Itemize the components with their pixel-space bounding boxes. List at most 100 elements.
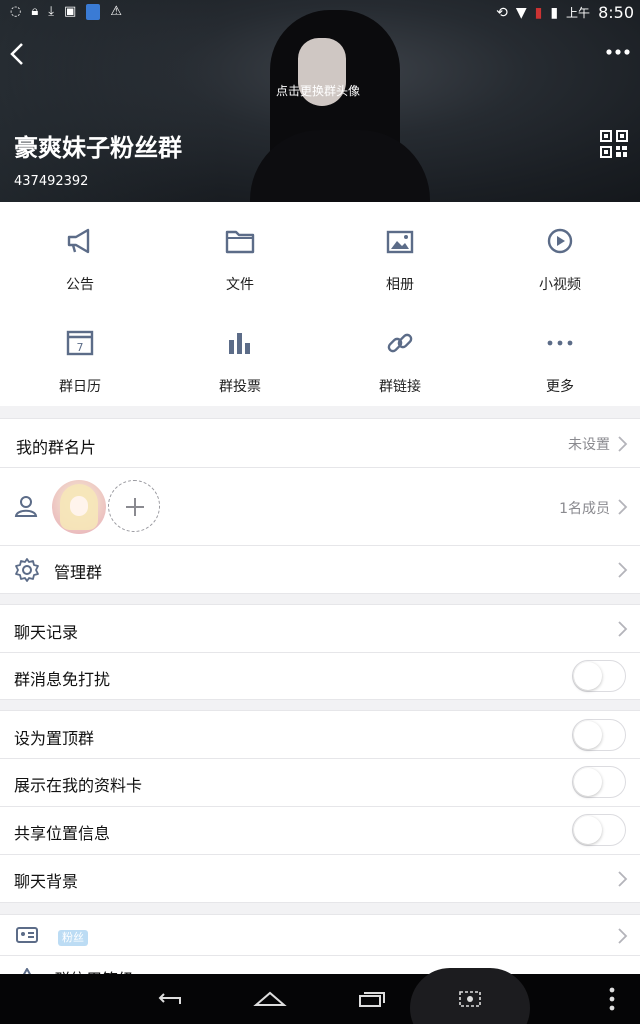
group-avatar-image[interactable]	[240, 10, 430, 202]
grid-label: 群日历	[59, 379, 101, 395]
status-ampm: 上午	[566, 6, 591, 20]
overflow-dots-icon	[606, 49, 630, 55]
show-on-profile-title: 展示在我的资料卡	[14, 776, 143, 795]
chevron-right-icon	[618, 928, 628, 944]
grid-label: 小视频	[539, 277, 581, 293]
mute-messages-title: 群消息免打扰	[14, 670, 111, 689]
chevron-right-icon	[618, 499, 628, 515]
grid-item-calendar[interactable]: 7 群日历	[0, 304, 160, 406]
wifi-icon: ▼	[515, 4, 527, 21]
grid-item-announcement[interactable]: 公告	[0, 202, 160, 304]
calendar-day: 7	[77, 341, 84, 354]
sync-icon: ◌	[10, 4, 22, 19]
pin-group-row: 设为置顶群	[0, 710, 640, 759]
link-icon	[387, 333, 413, 353]
member-avatar-face	[70, 496, 88, 516]
chat-background-row[interactable]: 聊天背景	[0, 855, 640, 903]
mute-messages-row: 群消息免打扰	[0, 653, 640, 700]
toggle-knob	[574, 768, 602, 796]
album-icon	[386, 230, 414, 254]
manage-group-title: 管理群	[54, 563, 103, 582]
grid-item-files[interactable]: 文件	[160, 202, 320, 304]
signal-icon: ▮	[534, 4, 543, 21]
chat-history-row[interactable]: 聊天记录	[0, 604, 640, 653]
share-location-title: 共享位置信息	[14, 824, 111, 843]
add-member-button[interactable]	[108, 480, 160, 532]
my-group-card-value: 未设置	[568, 437, 610, 453]
back-nav-icon[interactable]	[152, 984, 188, 1014]
back-button[interactable]	[6, 38, 30, 70]
app-icon	[86, 4, 101, 20]
id-card-icon	[16, 927, 38, 943]
share-location-row: 共享位置信息	[0, 807, 640, 855]
download-icon: ⤓	[48, 4, 55, 19]
status-bar: ◌ 🔒︎ ⤓ ▣ ⚠ ⟲ ▼ ▮ ▮ 上午 8:50	[0, 0, 640, 28]
calendar-icon: 7	[66, 330, 94, 356]
chevron-right-icon	[618, 621, 628, 637]
my-group-card-row[interactable]: 我的群名片 未设置	[0, 418, 640, 468]
back-arrow-icon	[10, 43, 23, 65]
group-name: 豪爽妹子粉丝群	[14, 134, 182, 162]
group-id: 437492392	[14, 174, 89, 189]
bar-chart-icon	[229, 333, 250, 354]
grid-label: 更多	[546, 379, 574, 395]
chat-background-title: 聊天背景	[14, 872, 79, 891]
video-icon	[547, 228, 573, 254]
mute-messages-toggle[interactable]	[572, 660, 626, 692]
manage-group-row[interactable]: 管理群	[0, 546, 640, 594]
toggle-knob	[574, 721, 602, 749]
grid-item-vote[interactable]: 群投票	[160, 304, 320, 406]
chat-history-title: 聊天记录	[14, 623, 79, 642]
screenshot-nav-icon[interactable]	[452, 984, 488, 1014]
header-background	[0, 0, 220, 202]
show-on-profile-row: 展示在我的资料卡	[0, 759, 640, 807]
recents-nav-icon[interactable]	[354, 984, 390, 1014]
group-settings-page: ◌ 🔒︎ ⤓ ▣ ⚠ ⟲ ▼ ▮ ▮ 上午 8:50 点击更换群头像 豪爽妹子粉…	[0, 0, 640, 1024]
toggle-knob	[574, 816, 602, 844]
my-group-card-title: 我的群名片	[16, 438, 97, 457]
system-nav-bar	[0, 968, 640, 1024]
grid-label: 相册	[386, 277, 414, 293]
gear-icon	[15, 558, 39, 582]
qr-code-icon	[600, 130, 628, 158]
toggle-knob	[574, 662, 602, 690]
share-location-toggle[interactable]	[572, 814, 626, 846]
member-avatar[interactable]	[52, 480, 106, 534]
folder-icon	[225, 230, 255, 254]
function-grid: 公告 文件 相册 小视频 7 群日历 群投票 群链接 更多	[0, 202, 640, 406]
chevron-right-icon	[618, 871, 628, 887]
grid-item-album[interactable]: 相册	[320, 202, 480, 304]
grid-item-more[interactable]: 更多	[480, 304, 640, 406]
status-time: 8:50	[598, 3, 634, 22]
grid-label: 公告	[66, 277, 94, 293]
more-options-button[interactable]	[604, 42, 632, 62]
pin-group-toggle[interactable]	[572, 719, 626, 751]
grid-item-short-video[interactable]: 小视频	[480, 202, 640, 304]
fans-badge: 粉丝	[58, 930, 88, 946]
image-icon: ▣	[64, 4, 77, 19]
battery-icon: ▮	[550, 4, 559, 21]
grid-label: 群链接	[379, 379, 421, 395]
home-nav-icon[interactable]	[252, 984, 288, 1014]
qr-code-button[interactable]	[600, 130, 628, 158]
lock-icon: 🔒︎	[31, 4, 39, 19]
status-left-icons: ◌ 🔒︎ ⤓ ▣ ⚠	[10, 4, 122, 20]
menu-dots-nav-icon[interactable]	[594, 984, 630, 1014]
members-row[interactable]: 1名成员	[0, 468, 640, 546]
show-on-profile-toggle[interactable]	[572, 766, 626, 798]
pin-group-title: 设为置顶群	[14, 729, 95, 748]
megaphone-icon	[67, 228, 90, 254]
chevron-right-icon	[618, 562, 628, 578]
fans-row[interactable]: 粉丝	[0, 914, 640, 956]
warning-icon: ⚠	[110, 4, 122, 19]
status-right-icons: ⟲ ▼ ▮ ▮ 上午 8:50	[496, 3, 634, 22]
rotate-icon: ⟲	[496, 4, 508, 21]
chevron-right-icon	[618, 436, 628, 452]
grid-label: 文件	[226, 277, 254, 293]
more-icon	[547, 340, 573, 346]
grid-item-link[interactable]: 群链接	[320, 304, 480, 406]
plus-icon	[126, 498, 144, 516]
change-avatar-hint[interactable]: 点击更换群头像	[276, 82, 360, 99]
member-count: 1名成员	[559, 501, 610, 517]
group-header[interactable]: ◌ 🔒︎ ⤓ ▣ ⚠ ⟲ ▼ ▮ ▮ 上午 8:50 点击更换群头像 豪爽妹子粉…	[0, 0, 640, 202]
